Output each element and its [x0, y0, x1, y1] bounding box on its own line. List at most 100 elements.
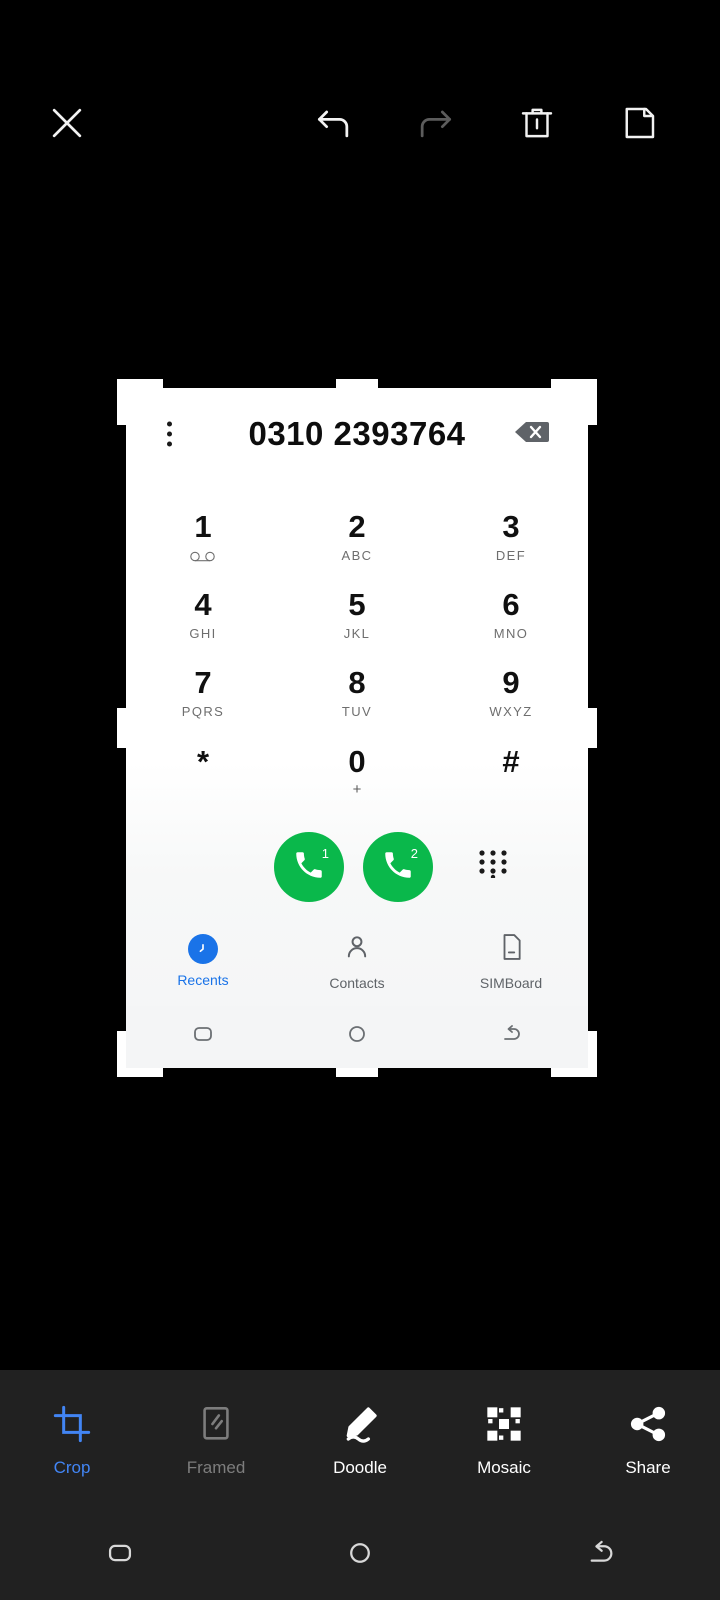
system-nav-back-button[interactable]	[480, 1536, 720, 1575]
key-letters: DEF	[495, 548, 527, 563]
key-letters: WXYZ	[489, 704, 533, 719]
tab-contacts[interactable]: Contacts	[280, 932, 434, 991]
crop-handle-bottom[interactable]	[336, 1068, 378, 1077]
key-digit: 5	[348, 587, 366, 622]
key-digit: 0	[348, 744, 366, 779]
system-nav-recents-button[interactable]	[0, 1536, 240, 1575]
dialpad-key-9[interactable]: 9 WXYZ	[434, 654, 588, 732]
save-button[interactable]	[608, 94, 670, 156]
dialer-tabs: Recents Contacts SIMBoard	[126, 922, 588, 1006]
tool-doodle[interactable]: Doodle	[288, 1403, 432, 1478]
dialpad-key-2[interactable]: 2 ABC	[280, 498, 434, 576]
backspace-icon	[514, 418, 550, 451]
editor-bottom-toolbar: Crop Framed Doodle Mosaic Share	[0, 1370, 720, 1510]
key-digit: #	[502, 744, 520, 779]
keypad-dots-icon	[476, 850, 510, 882]
nav-back-button[interactable]	[434, 1022, 588, 1051]
key-digit: 9	[502, 665, 520, 700]
sim-badge: 2	[410, 846, 418, 861]
sim-badge: 1	[321, 846, 329, 861]
key-digit: 4	[194, 587, 212, 622]
save-icon	[618, 102, 660, 149]
dialpad-key-1[interactable]: 1	[126, 498, 280, 576]
dialer-app: 0310 2393764 1 2 ABC 3 DEF 4 GHI 5 JKL 6…	[126, 388, 588, 1068]
nav-home-button[interactable]	[280, 1022, 434, 1051]
nav-recents-button[interactable]	[126, 1022, 280, 1051]
system-nav-home-button[interactable]	[240, 1536, 480, 1575]
dialpad-key-4[interactable]: 4 GHI	[126, 576, 280, 654]
tool-crop[interactable]: Crop	[0, 1403, 144, 1478]
dialpad-key-8[interactable]: 8 TUV	[280, 654, 434, 732]
key-digit: 8	[348, 665, 366, 700]
tab-label: Recents	[177, 972, 229, 988]
tab-simboard[interactable]: SIMBoard	[434, 932, 588, 991]
close-icon	[45, 101, 89, 150]
key-letters: GHI	[189, 626, 217, 641]
undo-button[interactable]	[303, 94, 365, 156]
frame-icon	[198, 1403, 234, 1445]
home-circle-icon	[345, 1022, 369, 1051]
key-letters: PQRS	[181, 704, 225, 719]
hide-keypad-button[interactable]	[476, 848, 518, 883]
person-icon	[343, 932, 371, 967]
crop-handle-top[interactable]	[336, 379, 378, 388]
tool-label: Mosaic	[477, 1457, 531, 1477]
backspace-button[interactable]	[512, 418, 552, 450]
tab-label: SIMBoard	[479, 974, 543, 991]
delete-button[interactable]	[506, 94, 568, 156]
home-circle-icon	[343, 1536, 377, 1575]
recents-square-icon	[103, 1536, 137, 1575]
key-letters: JKL	[343, 626, 371, 641]
dialpad-key-hash[interactable]: #	[434, 732, 588, 810]
photo-preview: 0310 2393764 1 2 ABC 3 DEF 4 GHI 5 JKL 6…	[126, 388, 588, 1068]
call-button-sim1[interactable]: 1	[274, 832, 344, 902]
dialer-number-row: 0310 2393764	[126, 388, 588, 480]
tool-mosaic[interactable]: Mosaic	[432, 1403, 576, 1478]
dialpad-row: 1 2 ABC 3 DEF	[126, 498, 588, 576]
dialpad-key-7[interactable]: 7 PQRS	[126, 654, 280, 732]
crop-handle-left[interactable]	[117, 708, 126, 748]
dialpad-row: * 0 + #	[126, 732, 588, 810]
sim-card-icon	[498, 932, 524, 967]
key-letters: ABC	[341, 548, 373, 563]
screenshot-editor-screen: 0310 2393764 1 2 ABC 3 DEF 4 GHI 5 JKL 6…	[0, 0, 720, 1600]
key-letters: +	[352, 781, 362, 798]
call-button-sim2[interactable]: 2	[363, 832, 433, 902]
key-letters: TUV	[341, 704, 373, 719]
dialpad-key-6[interactable]: 6 MNO	[434, 576, 588, 654]
dialpad: 1 2 ABC 3 DEF 4 GHI 5 JKL 6 MNO 7 PQRS 8…	[126, 480, 588, 814]
crop-frame[interactable]: 0310 2393764 1 2 ABC 3 DEF 4 GHI 5 JKL 6…	[117, 379, 597, 1077]
tab-label: Contacts	[329, 974, 385, 991]
key-digit: 1	[194, 509, 212, 544]
key-letters: MNO	[493, 626, 529, 641]
clock-icon	[188, 934, 218, 964]
dialpad-key-3[interactable]: 3 DEF	[434, 498, 588, 576]
dialpad-key-5[interactable]: 5 JKL	[280, 576, 434, 654]
recents-square-icon	[191, 1022, 215, 1051]
crop-icon	[52, 1403, 92, 1445]
back-arrow-icon	[498, 1022, 524, 1051]
close-button[interactable]	[36, 94, 98, 156]
tool-share[interactable]: Share	[576, 1403, 720, 1478]
mosaic-icon	[484, 1403, 524, 1445]
crop-stage: 0310 2393764 1 2 ABC 3 DEF 4 GHI 5 JKL 6…	[0, 220, 720, 1370]
dialpad-row: 4 GHI 5 JKL 6 MNO	[126, 576, 588, 654]
tool-label: Crop	[53, 1457, 91, 1477]
redo-button[interactable]	[404, 94, 466, 156]
editor-top-toolbar	[0, 0, 720, 220]
key-digit: 6	[502, 587, 520, 622]
tool-label: Share	[625, 1457, 671, 1477]
key-digit: 7	[194, 665, 212, 700]
tool-framed[interactable]: Framed	[144, 1403, 288, 1478]
back-arrow-icon	[582, 1536, 618, 1575]
dialpad-key-star[interactable]: *	[126, 732, 280, 810]
key-digit: 3	[502, 509, 520, 544]
crop-handle-right[interactable]	[588, 708, 597, 748]
trash-icon	[516, 102, 558, 149]
redo-icon	[413, 101, 457, 150]
dialpad-key-0[interactable]: 0 +	[280, 732, 434, 810]
tab-recents[interactable]: Recents	[126, 934, 280, 988]
more-options-icon[interactable]	[166, 421, 172, 447]
undo-icon	[312, 101, 356, 150]
system-nav-bar	[0, 1510, 720, 1600]
